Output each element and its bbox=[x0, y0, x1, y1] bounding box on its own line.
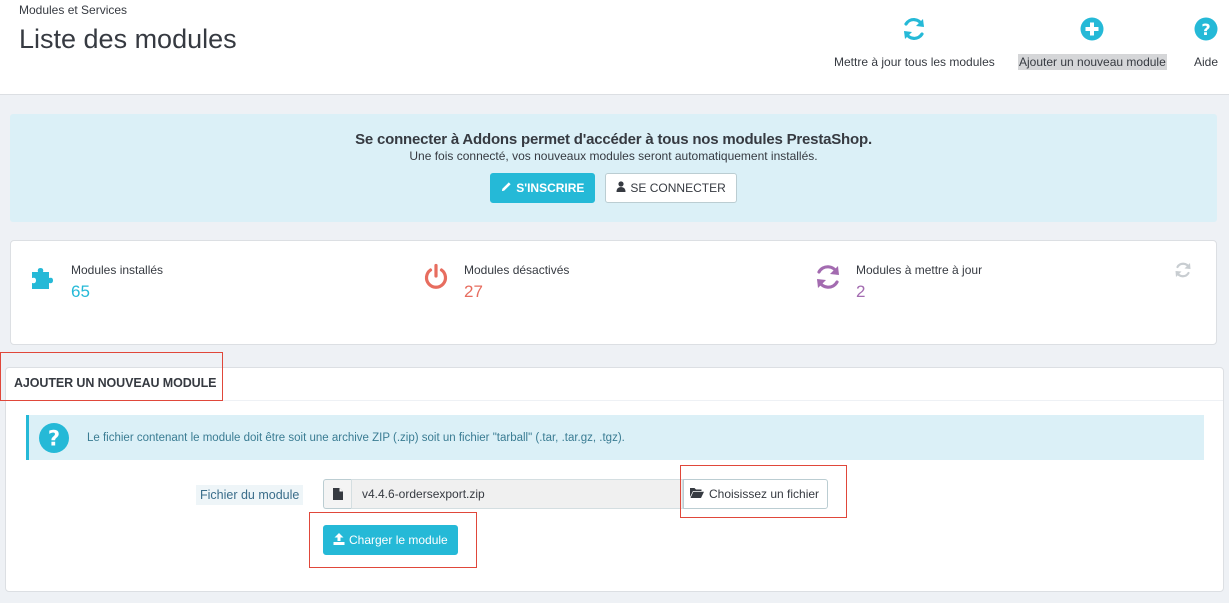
file-name-field[interactable]: v4.4.6-ordersexport.zip bbox=[351, 479, 683, 509]
add-module-panel: Ajouter un nouveau module ? Le fichier c… bbox=[5, 367, 1224, 592]
help-label: Aide bbox=[1194, 55, 1219, 69]
upload-module-label: Charger le module bbox=[349, 533, 448, 547]
stat-to-update-value: 2 bbox=[856, 282, 866, 301]
update-all-modules-label: Mettre à jour tous les modules bbox=[834, 55, 995, 69]
stat-installed[interactable]: Modules installés 65 bbox=[29, 261, 163, 302]
page-title: Liste des modules bbox=[19, 24, 237, 54]
add-new-module-button[interactable]: Ajouter un nouveau module bbox=[1018, 16, 1167, 70]
info-alert: ? Le fichier contenant le module doit êt… bbox=[26, 415, 1204, 460]
add-module-heading: Ajouter un nouveau module bbox=[14, 376, 217, 390]
panel-divider bbox=[6, 400, 1223, 401]
update-all-modules-button[interactable]: Mettre à jour tous les modules bbox=[833, 16, 996, 70]
add-new-module-label: Ajouter un nouveau module bbox=[1018, 54, 1167, 70]
svg-text:?: ? bbox=[1201, 20, 1210, 39]
stat-to-update[interactable]: Modules à mettre à jour 2 bbox=[814, 261, 982, 302]
modules-stats-panel: Modules installés 65 Modules désactivés … bbox=[10, 240, 1217, 345]
puzzle-icon bbox=[29, 263, 57, 291]
user-icon bbox=[616, 181, 626, 195]
file-icon bbox=[323, 479, 351, 509]
login-label: SE CONNECTER bbox=[630, 181, 726, 195]
page-header: Modules et Services Liste des modules Me… bbox=[0, 0, 1229, 95]
stat-installed-label: Modules installés bbox=[71, 263, 164, 277]
addons-buttons: S'INSCRIRE SE CONNECTER bbox=[10, 173, 1217, 203]
sync-icon bbox=[814, 263, 842, 291]
breadcrumb[interactable]: Modules et Services bbox=[19, 3, 127, 17]
stat-disabled-label: Modules désactivés bbox=[464, 263, 570, 277]
signup-button[interactable]: S'INSCRIRE bbox=[490, 173, 596, 203]
addons-subtitle: Une fois connecté, vos nouveaux modules … bbox=[409, 149, 818, 163]
choose-file-label: Choisissez un fichier bbox=[709, 487, 820, 501]
svg-text:?: ? bbox=[48, 426, 60, 450]
folder-open-icon bbox=[690, 487, 704, 501]
refresh-icon bbox=[901, 16, 927, 42]
addons-title: Se connecter à Addons permet d'accéder à… bbox=[355, 131, 872, 148]
plus-circle-icon bbox=[1079, 16, 1105, 42]
module-file-input[interactable]: v4.4.6-ordersexport.zip Choisissez un fi… bbox=[323, 479, 829, 509]
question-circle-icon: ? bbox=[37, 421, 71, 455]
info-text: Le fichier contenant le module doit être… bbox=[87, 431, 625, 444]
stat-to-update-label: Modules à mettre à jour bbox=[856, 263, 983, 277]
help-icon: ? bbox=[1193, 16, 1219, 42]
module-file-label: Fichier du module bbox=[196, 485, 304, 505]
refresh-stats-icon[interactable] bbox=[1174, 261, 1192, 284]
power-icon bbox=[422, 263, 450, 291]
upload-module-button[interactable]: Charger le module bbox=[323, 525, 458, 555]
addons-banner: Se connecter à Addons permet d'accéder à… bbox=[10, 114, 1217, 222]
login-button[interactable]: SE CONNECTER bbox=[605, 173, 737, 203]
signup-label: S'INSCRIRE bbox=[516, 181, 585, 195]
choose-file-button[interactable]: Choisissez un fichier bbox=[683, 479, 829, 509]
stat-installed-value: 65 bbox=[71, 282, 90, 301]
stat-disabled-value: 27 bbox=[464, 282, 483, 301]
upload-icon bbox=[333, 532, 345, 548]
help-button[interactable]: ? Aide bbox=[1193, 16, 1219, 70]
stat-disabled[interactable]: Modules désactivés 27 bbox=[422, 261, 569, 302]
pencil-icon bbox=[501, 181, 512, 195]
